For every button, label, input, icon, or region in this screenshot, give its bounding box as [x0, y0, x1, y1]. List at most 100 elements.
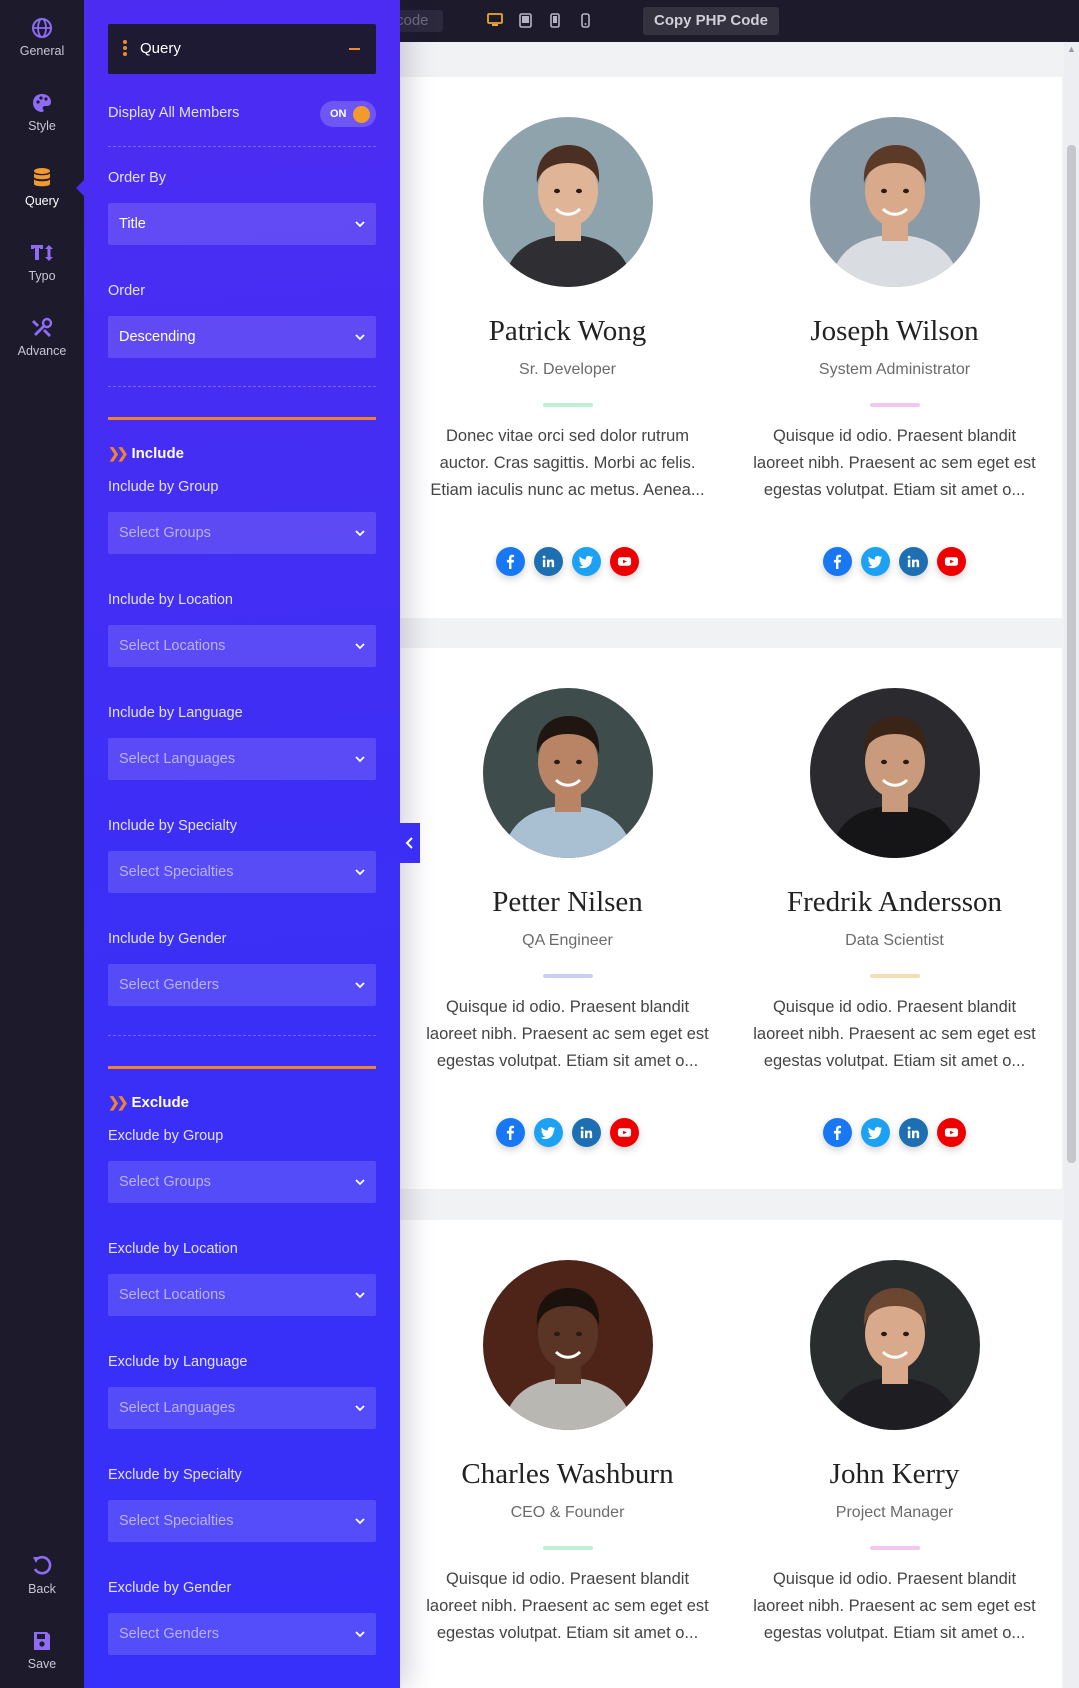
youtube-icon[interactable]	[610, 547, 639, 576]
rail-item-typo[interactable]: Typo	[0, 241, 84, 283]
double-chevron-icon: ❯❯	[108, 445, 129, 461]
tablet-icon[interactable]	[516, 11, 534, 29]
include-separator	[108, 417, 376, 420]
chevron-down-icon	[355, 982, 365, 989]
twitter-icon[interactable]	[572, 547, 601, 576]
divider	[108, 146, 376, 147]
youtube-icon[interactable]	[937, 1118, 966, 1147]
scrollbar-thumb[interactable]	[1067, 145, 1076, 1163]
scroll-up-icon[interactable]: ▲	[1066, 44, 1077, 54]
accent-divider	[870, 403, 920, 407]
member-bio: Quisque id odio. Praesent blandit laoree…	[426, 1570, 709, 1642]
chevron-down-icon	[355, 221, 365, 228]
exclude-filter-select[interactable]: Select Specialties	[108, 1500, 376, 1542]
rail-item-general[interactable]: General	[0, 16, 84, 58]
youtube-icon[interactable]	[937, 547, 966, 576]
linkedin-icon[interactable]	[899, 547, 928, 576]
social-links	[400, 547, 735, 576]
member-bio: Quisque id odio. Praesent blandit laoree…	[753, 998, 1036, 1070]
include-filter-select[interactable]: Select Specialties	[108, 851, 376, 893]
include-filter-select[interactable]: Select Groups	[108, 512, 376, 554]
collapse-minus-icon[interactable]	[349, 48, 360, 50]
include-filter-select[interactable]: Select Locations	[108, 625, 376, 667]
rail-label: Typo	[28, 269, 56, 283]
include-filter-select[interactable]: Select Genders	[108, 964, 376, 1006]
save-label: Save	[27, 1657, 57, 1671]
twitter-icon[interactable]	[861, 547, 890, 576]
save-button[interactable]: Save	[0, 1629, 84, 1671]
include-heading: ❯❯ Include	[108, 445, 184, 462]
rail-item-advance[interactable]: Advance	[0, 316, 84, 358]
active-pointer	[76, 180, 84, 196]
twitter-icon[interactable]	[861, 1118, 890, 1147]
chevron-down-icon	[355, 1631, 365, 1638]
toggle-knob	[353, 106, 370, 123]
exclude-title: Exclude	[131, 1094, 189, 1111]
mobile-icon[interactable]	[576, 11, 594, 29]
member-name: Charles Washburn	[461, 1458, 674, 1490]
order-by-label: Order By	[108, 170, 167, 186]
rail-item-style[interactable]: Style	[0, 91, 84, 133]
collapse-panel-button[interactable]	[400, 823, 420, 863]
include-filter-label: Include by Specialty	[108, 818, 237, 834]
display-all-toggle[interactable]: ON	[320, 101, 376, 127]
text-height-icon	[31, 245, 53, 261]
chevron-down-icon	[355, 869, 365, 876]
tablet-small-icon[interactable]	[546, 11, 564, 29]
rail-label: Style	[28, 119, 56, 133]
exclude-filter-label: Exclude by Location	[108, 1241, 238, 1257]
order-select[interactable]: Descending	[108, 316, 376, 358]
rail-item-query[interactable]: Query	[0, 166, 84, 208]
avatar	[810, 1260, 980, 1430]
order-by-select[interactable]: Title	[108, 203, 376, 245]
member-role: CEO & Founder	[510, 1504, 625, 1521]
member-bio: Quisque id odio. Praesent blandit laoree…	[753, 1570, 1036, 1642]
facebook-icon[interactable]	[496, 547, 525, 576]
member-card: Charles Washburn CEO & Founder Quisque id …	[400, 1220, 735, 1688]
linkedin-icon[interactable]	[899, 1118, 928, 1147]
member-card: Petter Nilsen QA Engineer Quisque id odio.…	[400, 648, 735, 1189]
member-name: Patrick Wong	[488, 315, 647, 347]
back-label: Back	[28, 1582, 56, 1596]
twitter-icon[interactable]	[534, 1118, 563, 1147]
accent-divider	[870, 1546, 920, 1550]
member-card: Joseph Wilson System Administrator Quisque…	[727, 77, 1062, 618]
chevron-down-icon	[355, 756, 365, 763]
facebook-icon[interactable]	[496, 1118, 525, 1147]
portrait-image	[483, 1260, 653, 1430]
facebook-icon[interactable]	[823, 547, 852, 576]
rail-label: Advance	[17, 344, 67, 358]
include-filter-select[interactable]: Select Languages	[108, 738, 376, 780]
avatar	[483, 117, 653, 287]
double-chevron-icon: ❯❯	[108, 1094, 129, 1110]
desktop-icon[interactable]	[486, 11, 504, 29]
divider	[108, 1035, 376, 1036]
exclude-filter-select[interactable]: Select Languages	[108, 1387, 376, 1429]
divider	[108, 386, 376, 387]
settings-panel: Query Display All Members ON Order By Ti…	[84, 0, 400, 1688]
chevron-down-icon	[355, 1405, 365, 1412]
youtube-icon[interactable]	[610, 1118, 639, 1147]
exclude-filter-select[interactable]: Select Groups	[108, 1161, 376, 1203]
accent-divider	[543, 974, 593, 978]
query-accordion-header[interactable]: Query	[108, 24, 376, 74]
linkedin-icon[interactable]	[534, 547, 563, 576]
exclude-filter-select[interactable]: Select Locations	[108, 1274, 376, 1316]
exclude-filter-select[interactable]: Select Genders	[108, 1613, 376, 1655]
chevron-left-icon	[405, 837, 413, 849]
rail-label: General	[19, 44, 65, 58]
select-placeholder: Select Languages	[119, 1400, 236, 1416]
include-filter-label: Include by Location	[108, 592, 233, 608]
tools-icon	[32, 317, 53, 337]
save-icon	[34, 1632, 50, 1650]
copy-php-code-button[interactable]: Copy PHP Code	[643, 7, 779, 35]
display-all-label: Display All Members	[108, 105, 240, 121]
accordion-title: Query	[140, 40, 181, 57]
social-links	[727, 1118, 1062, 1147]
back-button[interactable]: Back	[0, 1554, 84, 1596]
facebook-icon[interactable]	[823, 1118, 852, 1147]
order-value: Descending	[119, 329, 196, 345]
linkedin-icon[interactable]	[572, 1118, 601, 1147]
chevron-down-icon	[355, 334, 365, 341]
include-filter-label: Include by Group	[108, 479, 219, 495]
